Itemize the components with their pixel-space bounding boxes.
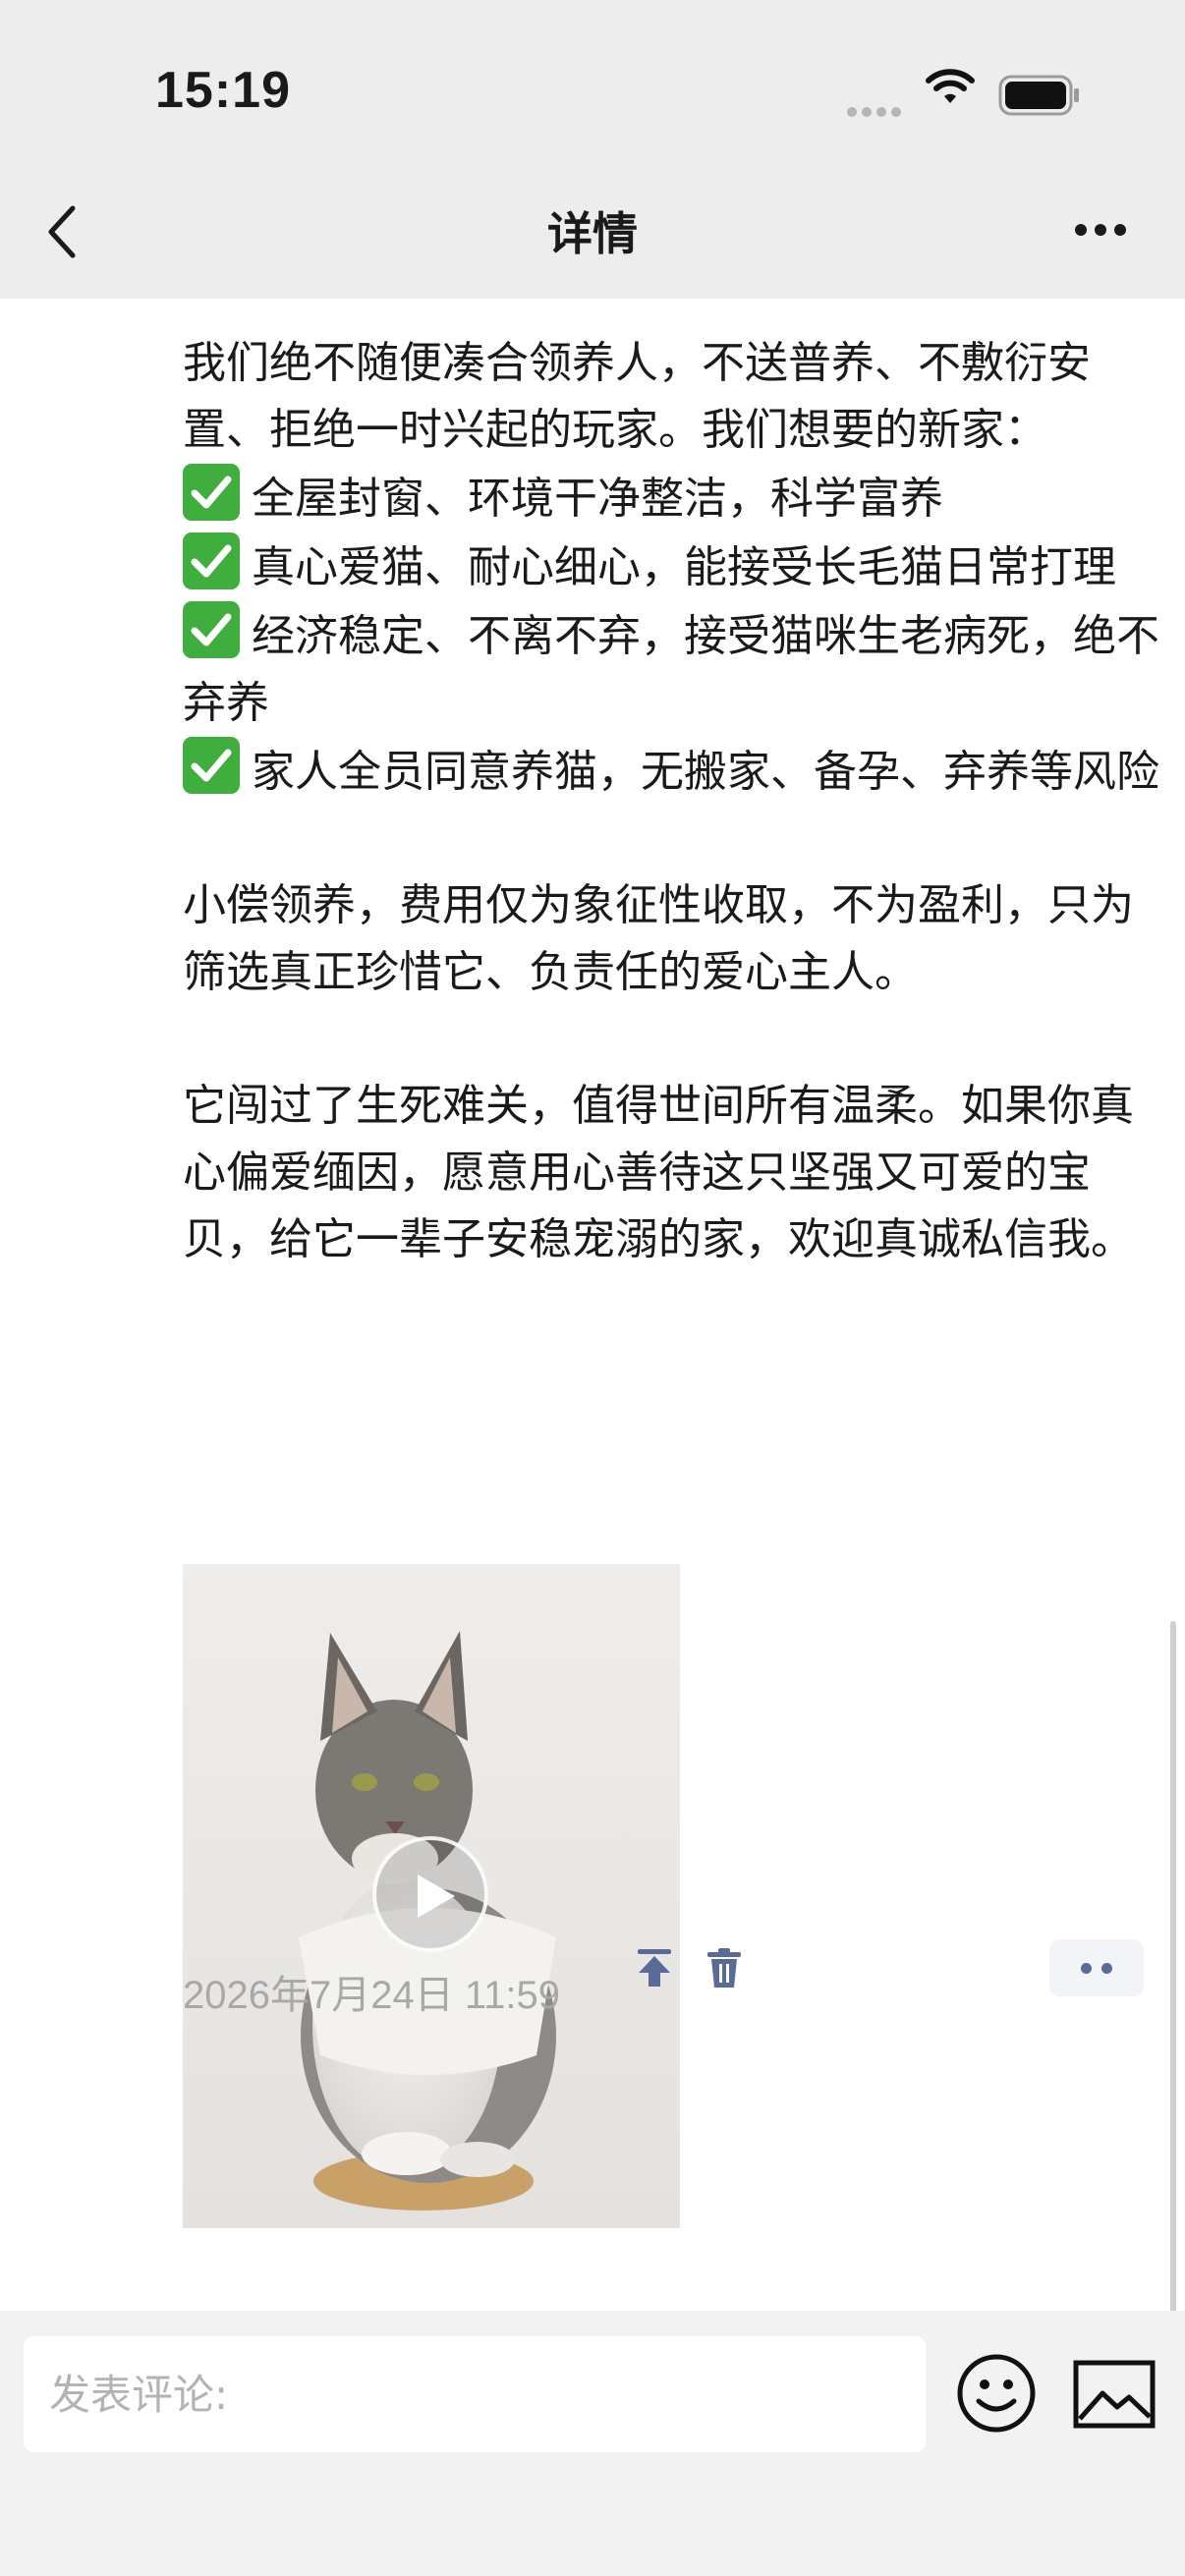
requirement-item: 真心爱猫、耐心细心，能接受长毛猫日常打理 (183, 532, 1165, 601)
requirement-item: 全屋封窗、环境干净整洁，科学富养 (183, 464, 1165, 532)
post-paragraph: 我们绝不随便凑合领养人，不送普养、不敷衍安置、拒绝一时兴起的玩家。我们想要的新家… (183, 338, 1091, 455)
check-mark-icon (183, 532, 240, 589)
requirement-item: 经济稳定、不离不弃，接受猫咪生老病死，绝不弃养 (183, 601, 1165, 737)
requirement-item: 家人全员同意养猫，无搬家、备孕、弃养等风险 (183, 737, 1165, 806)
post-paragraph: 它闯过了生死难关，值得世间所有温柔。如果你真心偏爱缅因，愿意用心善待这只坚强又可… (183, 1081, 1134, 1264)
more-actions-button[interactable] (1049, 1939, 1144, 1996)
status-time: 15:19 (155, 62, 291, 119)
trash-icon[interactable] (705, 1947, 743, 1990)
image-icon[interactable] (1073, 2360, 1156, 2429)
cellular-signal-icon (847, 102, 906, 117)
more-dots-icon[interactable] (1071, 218, 1130, 242)
scrollbar[interactable] (1170, 1621, 1176, 2311)
pin-to-top-icon[interactable] (635, 1947, 674, 1990)
play-icon[interactable] (372, 1836, 488, 1952)
wifi-icon (926, 69, 975, 103)
video-thumbnail[interactable] (183, 1564, 680, 2228)
battery-icon (998, 75, 1079, 116)
smiley-icon[interactable] (955, 2352, 1038, 2435)
post-paragraph: 小偿领养，费用仅为象征性收取，不为盈利，只为筛选真正珍惜它、负责任的爱心主人。 (183, 880, 1134, 997)
page-title: 详情 (547, 207, 638, 260)
check-mark-icon (183, 737, 240, 794)
comment-input[interactable] (24, 2336, 926, 2452)
check-mark-icon (183, 464, 240, 521)
post-content: 我们绝不随便凑合领养人，不送普养、不敷衍安置、拒绝一时兴起的玩家。我们想要的新家… (0, 299, 1185, 2311)
post-timestamp: 2026年7月24日 11:59 (183, 1974, 560, 2017)
check-mark-icon (183, 601, 240, 658)
post-body: 我们绝不随便凑合领养人，不送普养、不敷衍安置、拒绝一时兴起的玩家。我们想要的新家… (183, 330, 1165, 1273)
